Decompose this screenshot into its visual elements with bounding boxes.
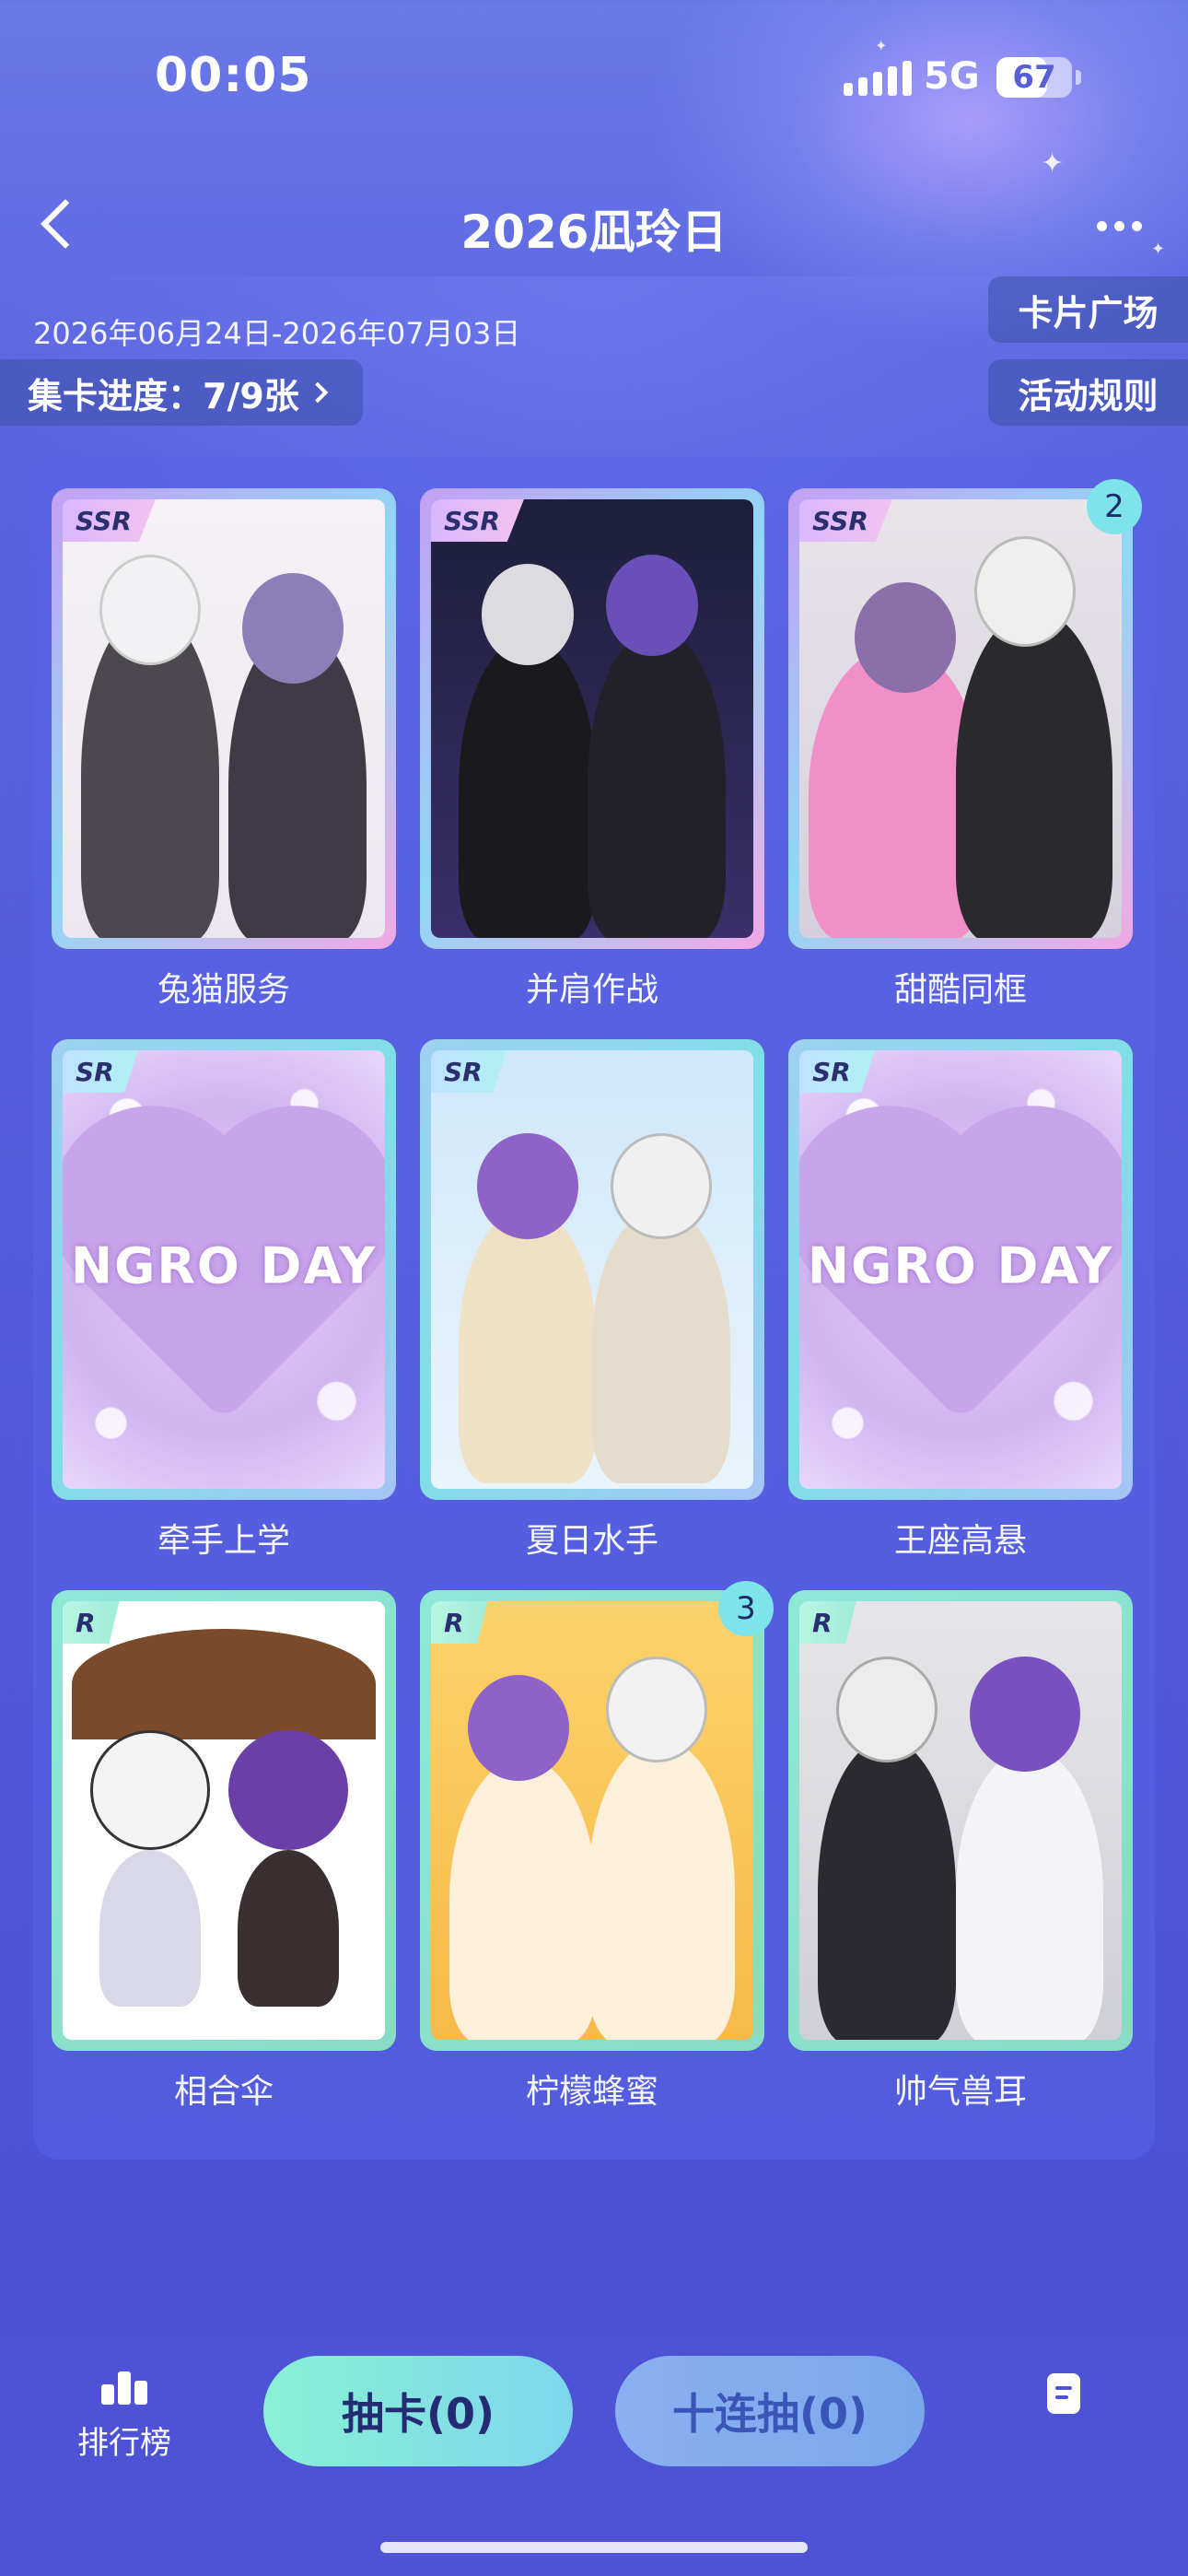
- battery-icon: 67: [996, 57, 1072, 98]
- character-head: [611, 1133, 712, 1239]
- battery-level: 67: [1012, 59, 1056, 96]
- card-name: 相合伞: [173, 2073, 274, 2111]
- rarity-tag: R: [431, 1601, 488, 1644]
- card-tile[interactable]: R 3: [420, 1581, 774, 2051]
- character-head: [468, 1675, 569, 1781]
- character-figure: [99, 1850, 201, 2007]
- umbrella: [72, 1629, 376, 1739]
- character-figure: [956, 1749, 1103, 2040]
- card-name: 牵手上学: [157, 1522, 290, 1560]
- card-art: R: [431, 1601, 753, 2040]
- page-title: 2026凪玲日: [460, 205, 728, 259]
- signal-icon: [844, 61, 912, 96]
- card-name: 柠檬蜂蜜: [525, 2073, 658, 2111]
- character-head: [228, 1730, 348, 1850]
- collection-progress-label: 集卡进度：7/9张: [28, 375, 299, 416]
- card-art: SR: [431, 1050, 753, 1489]
- card-name: 帅气兽耳: [893, 2073, 1027, 2111]
- character-figure: [592, 1207, 730, 1483]
- dot: [1113, 220, 1124, 231]
- card-name: 甜酷同框: [893, 971, 1027, 1009]
- rarity-tag: SSR: [431, 499, 524, 542]
- dot: [1131, 220, 1142, 231]
- chevron-left-icon: [41, 199, 90, 249]
- sparkle-icon: ✦: [875, 37, 888, 54]
- rarity-tag: SR: [431, 1050, 507, 1093]
- character-head: [836, 1657, 938, 1762]
- home-indicator[interactable]: [380, 2542, 808, 2553]
- card-art: NGRO DAY SR: [63, 1050, 385, 1489]
- draw-card-button[interactable]: 抽卡(0): [263, 2356, 573, 2466]
- bar-chart-icon: [101, 2368, 147, 2405]
- sparkle-icon: ✦: [1151, 240, 1166, 259]
- chevron-right-icon: [307, 381, 329, 404]
- collection-progress-button[interactable]: 集卡进度：7/9张: [0, 359, 363, 426]
- character-head: [974, 536, 1076, 647]
- card-art: SSR: [63, 499, 385, 938]
- more-button[interactable]: [1087, 203, 1151, 249]
- card-tile[interactable]: SSR: [420, 488, 764, 949]
- card-art-text: NGRO DAY: [70, 1236, 378, 1295]
- card-tile[interactable]: SSR 2: [788, 479, 1142, 949]
- card-art: R: [799, 1601, 1122, 2040]
- character-head: [855, 582, 956, 693]
- card-square-button[interactable]: 卡片广场: [988, 276, 1188, 343]
- character-figure: [459, 1207, 597, 1483]
- rarity-tag: R: [799, 1601, 856, 1644]
- network-type: 5G: [924, 55, 980, 98]
- character-figure: [459, 638, 597, 938]
- character-head: [90, 1730, 210, 1850]
- character-head: [99, 555, 201, 665]
- rarity-tag: SSR: [799, 499, 892, 542]
- character-figure: [449, 1758, 597, 2040]
- battery-tip: [1076, 70, 1081, 85]
- card-name: 并肩作战: [525, 971, 658, 1009]
- rarity-tag: SSR: [63, 499, 156, 542]
- card-name: 夏日水手: [525, 1522, 658, 1560]
- card-tile[interactable]: SSR: [52, 488, 396, 949]
- activity-rules-button[interactable]: 活动规则: [988, 359, 1188, 426]
- rarity-tag: R: [63, 1601, 120, 1644]
- card-art: NGRO DAY SR: [799, 1050, 1122, 1489]
- card-tile[interactable]: R: [788, 1590, 1133, 2051]
- card-name: 兔猫服务: [157, 971, 290, 1009]
- character-figure: [588, 628, 726, 938]
- leaderboard-button[interactable]: 排行榜: [55, 2368, 193, 2463]
- card-art: SSR: [431, 499, 753, 938]
- leaderboard-label: 排行榜: [77, 2425, 171, 2462]
- status-time: 00:05: [155, 48, 312, 103]
- card-name: 王座高悬: [893, 1522, 1027, 1560]
- back-button[interactable]: [28, 192, 92, 256]
- document-icon[interactable]: [1047, 2373, 1080, 2414]
- card-art-text: NGRO DAY: [807, 1236, 1114, 1295]
- character-figure: [588, 1739, 735, 2040]
- ten-draw-button[interactable]: 十连抽(0): [615, 2356, 925, 2466]
- card-art: R: [63, 1601, 385, 2040]
- character-head: [477, 1133, 578, 1239]
- sparkle-icon: ✦: [1041, 147, 1065, 180]
- character-head: [242, 573, 344, 684]
- character-head: [606, 1657, 707, 1762]
- character-head: [970, 1657, 1080, 1772]
- more-dots-icon: [1096, 220, 1107, 231]
- card-count-badge: 3: [718, 1581, 774, 1636]
- character-figure: [818, 1739, 956, 2040]
- card-tile[interactable]: NGRO DAY SR: [788, 1039, 1133, 1500]
- card-tile[interactable]: R: [52, 1590, 396, 2051]
- card-tile[interactable]: SR: [420, 1039, 764, 1500]
- card-tile[interactable]: NGRO DAY SR: [52, 1039, 396, 1500]
- character-head: [482, 564, 574, 665]
- card-art: SSR: [799, 499, 1122, 938]
- event-date-range: 2026年06月24日-2026年07月03日: [33, 316, 521, 351]
- card-count-badge: 2: [1087, 479, 1142, 534]
- character-head: [606, 555, 698, 656]
- character-figure: [956, 610, 1112, 938]
- character-figure: [238, 1850, 339, 2007]
